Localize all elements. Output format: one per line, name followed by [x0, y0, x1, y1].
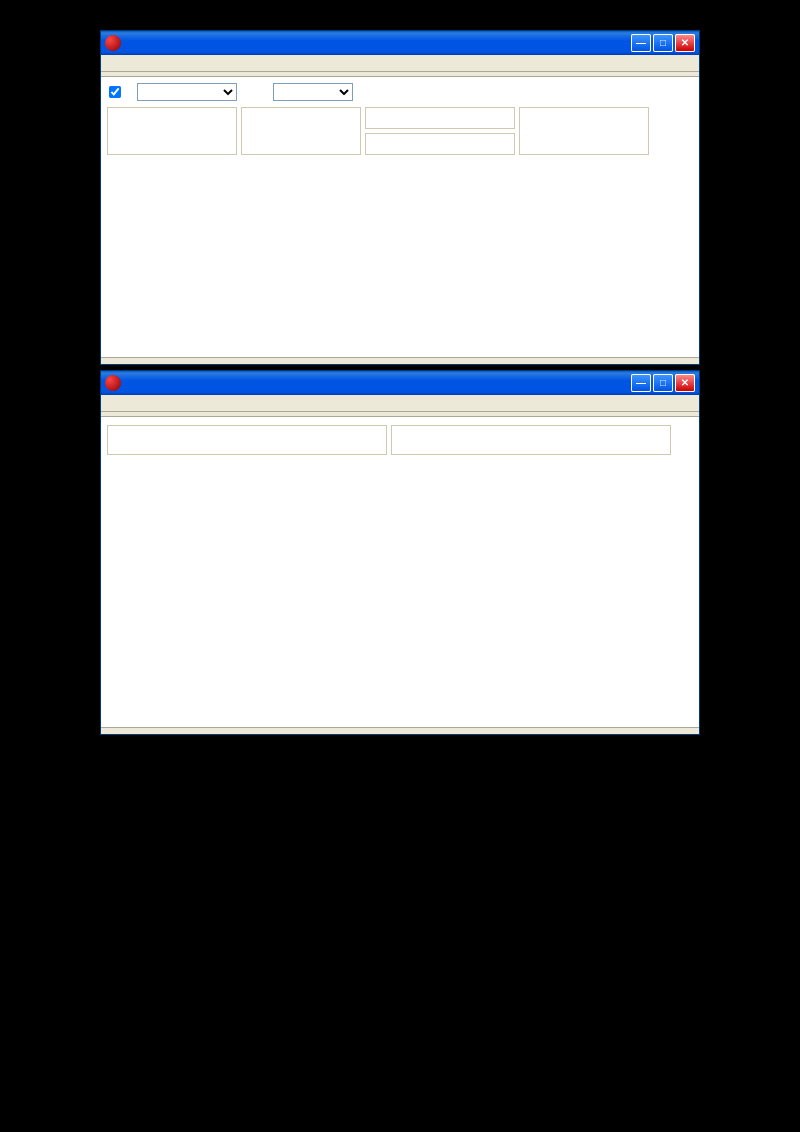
- window-1: — □ ✕: [100, 30, 700, 365]
- minimize-button[interactable]: —: [631, 374, 651, 392]
- saddle-panel: [365, 107, 515, 129]
- titlebar[interactable]: — □ ✕: [101, 31, 699, 55]
- statusbar: [101, 357, 699, 364]
- app-icon: [105, 35, 121, 51]
- carbon-panel: [107, 425, 387, 455]
- ss-panel: [391, 425, 671, 455]
- menubar: [101, 395, 699, 412]
- menu-help[interactable]: [117, 55, 129, 71]
- titlebar[interactable]: — □ ✕: [101, 371, 699, 395]
- skirt-panel: [107, 107, 237, 155]
- close-button[interactable]: ✕: [675, 34, 695, 52]
- menu-help[interactable]: [117, 395, 129, 411]
- menubar: [101, 55, 699, 72]
- content-area: [101, 77, 699, 357]
- menu-file[interactable]: [105, 395, 117, 411]
- minimize-button[interactable]: —: [631, 34, 651, 52]
- leg-panel: [241, 107, 361, 155]
- app-icon: [105, 375, 121, 391]
- statusbar: [101, 727, 699, 734]
- menu-file[interactable]: [105, 55, 117, 71]
- has-skirt-checkbox[interactable]: [109, 86, 121, 98]
- content-area: [101, 417, 699, 727]
- close-button[interactable]: ✕: [675, 374, 695, 392]
- support-type-select[interactable]: [137, 83, 237, 101]
- bracket-panel: [365, 133, 515, 155]
- material-select[interactable]: [273, 83, 353, 101]
- ear-panel: [519, 107, 649, 155]
- maximize-button[interactable]: □: [653, 34, 673, 52]
- window-2: — □ ✕: [100, 370, 700, 735]
- maximize-button[interactable]: □: [653, 374, 673, 392]
